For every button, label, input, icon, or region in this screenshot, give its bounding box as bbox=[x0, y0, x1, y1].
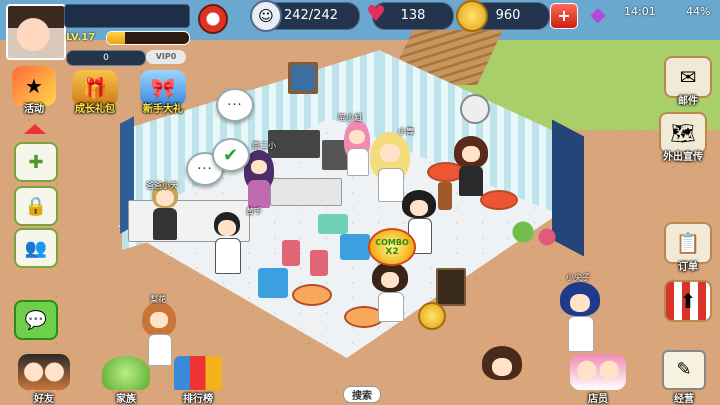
shop-awning-icon: ⬆ bbox=[664, 280, 712, 322]
manage-button[interactable]: ✎ 经营 bbox=[656, 350, 712, 405]
people-icon: 👥 bbox=[24, 237, 48, 259]
combo-multiplier: X2 bbox=[385, 247, 399, 257]
friends-button[interactable]: 好友 bbox=[14, 354, 74, 405]
vip-badge[interactable]: VIP0 bbox=[146, 50, 186, 64]
events-button[interactable]: ★ 活动 bbox=[6, 66, 62, 115]
clock-time: 14:01 bbox=[624, 5, 656, 18]
chair bbox=[340, 234, 370, 260]
chat-button[interactable]: 💬 bbox=[14, 300, 58, 340]
player-level: LV.17 bbox=[66, 32, 96, 43]
mail-button[interactable]: ✉ 邮件 bbox=[662, 56, 714, 107]
chair bbox=[310, 250, 328, 276]
npc-name-tag: 爸爸小天 bbox=[146, 181, 178, 190]
npc-name-tag: 小尖子 bbox=[566, 273, 590, 282]
staff-label: 店员 bbox=[588, 394, 608, 405]
mail-label: 邮件 bbox=[678, 96, 698, 107]
food-display[interactable] bbox=[270, 178, 342, 206]
player-name-box[interactable] bbox=[64, 4, 190, 28]
chair bbox=[258, 268, 288, 298]
combo-label: COMBO bbox=[375, 238, 409, 247]
player-avatar[interactable] bbox=[6, 4, 66, 60]
npc-name-tag: 南二小 bbox=[252, 141, 276, 150]
menu-board[interactable] bbox=[436, 268, 466, 306]
gem-icon[interactable]: ◆ bbox=[584, 0, 612, 28]
friends-label: 好友 bbox=[34, 394, 54, 405]
promote-button[interactable]: 🗺 外出宣传 bbox=[652, 112, 714, 163]
chat-icon: 💬 bbox=[24, 309, 48, 331]
shop-upgrade-button[interactable]: ⬆ bbox=[662, 280, 714, 322]
painting bbox=[288, 62, 318, 94]
thought-bubble[interactable]: ··· bbox=[216, 88, 254, 122]
friends-icon bbox=[18, 354, 70, 390]
search-button[interactable]: 搜索 bbox=[340, 384, 384, 403]
character-street-girl[interactable] bbox=[142, 302, 176, 366]
xp-bar bbox=[106, 31, 190, 45]
family-icon bbox=[102, 356, 150, 390]
decorate-button[interactable]: ✚ bbox=[14, 142, 58, 182]
add-coins-button[interactable]: + bbox=[550, 3, 578, 29]
npc-name-tag: 小舞 bbox=[398, 127, 414, 136]
newbie-gift-button[interactable]: 🎀 新手大礼 bbox=[130, 70, 196, 115]
character-chef-blonde[interactable] bbox=[150, 182, 180, 242]
growth-pack-label: 成长礼包 bbox=[75, 104, 115, 115]
npc-name-tag: 喵小姐 bbox=[338, 113, 362, 122]
character-street-brown[interactable] bbox=[482, 346, 522, 405]
cross-icon: ✚ bbox=[28, 151, 44, 173]
energy-icon: ☺ bbox=[250, 0, 282, 32]
combo-badge: COMBO X2 bbox=[368, 228, 416, 266]
lock-icon: 🔒 bbox=[24, 195, 48, 217]
timer-icon[interactable] bbox=[198, 4, 228, 34]
rose-count: 0 bbox=[66, 50, 146, 66]
check-bubble[interactable]: ✔ bbox=[212, 138, 250, 172]
xp-bar-fill bbox=[107, 32, 126, 44]
coin-pickup[interactable] bbox=[418, 302, 446, 330]
growth-pack-button[interactable]: 🎁 成长礼包 bbox=[62, 70, 128, 115]
npc-name-tag: 黄千 bbox=[246, 207, 262, 216]
manage-label: 经营 bbox=[674, 394, 694, 405]
events-label: 活动 bbox=[24, 104, 44, 115]
family-button[interactable]: 家族 bbox=[96, 356, 156, 405]
podium-icon bbox=[174, 356, 222, 390]
family-label: 家族 bbox=[116, 394, 136, 405]
coin-icon bbox=[456, 0, 488, 32]
character-waiter-black[interactable] bbox=[212, 212, 242, 274]
orders-button[interactable]: 📋 订单 bbox=[662, 222, 714, 273]
orders-label: 订单 bbox=[678, 262, 698, 273]
chair bbox=[282, 240, 300, 266]
search-label: 搜索 bbox=[343, 386, 381, 403]
dining-table[interactable] bbox=[292, 284, 332, 306]
staff-button[interactable]: 店员 bbox=[566, 354, 630, 405]
storage-button[interactable]: 🔒 bbox=[14, 186, 58, 226]
chair bbox=[438, 182, 452, 210]
clock bbox=[460, 94, 490, 124]
newbie-gift-label: 新手大礼 bbox=[143, 104, 183, 115]
heart-icon: ♥ bbox=[366, 1, 386, 27]
ranking-label: 排行榜 bbox=[183, 394, 213, 405]
character-pink-hair[interactable] bbox=[344, 120, 370, 176]
visitors-button[interactable]: 👥 bbox=[14, 228, 58, 268]
character-brown-hair[interactable] bbox=[454, 136, 488, 198]
clipboard-icon: ✎ bbox=[662, 350, 706, 390]
npc-name-tag: 梨花 bbox=[150, 295, 166, 304]
character-street-blue[interactable] bbox=[560, 282, 600, 352]
promote-label: 外出宣传 bbox=[663, 152, 703, 163]
ranking-button[interactable]: 排行榜 bbox=[166, 356, 230, 405]
character-diner-brown[interactable] bbox=[372, 262, 408, 322]
battery-level: 44% bbox=[686, 5, 711, 18]
chair bbox=[318, 214, 348, 234]
potted-plants bbox=[505, 212, 565, 262]
staff-icon bbox=[570, 354, 626, 390]
